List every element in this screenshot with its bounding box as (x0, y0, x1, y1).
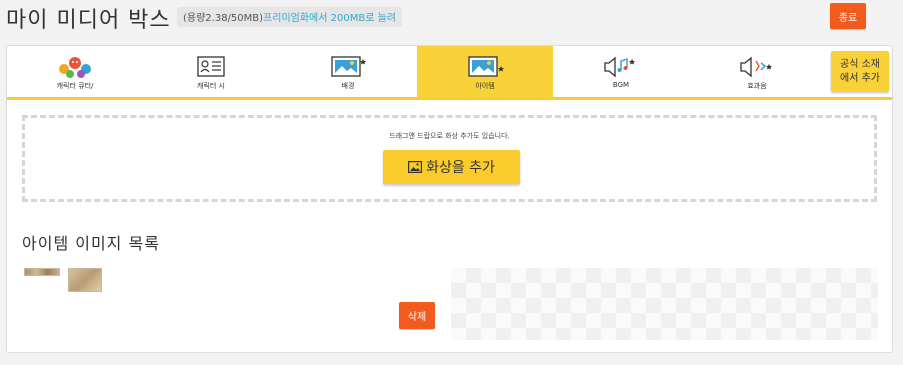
tab-label: 효과음 (747, 82, 767, 90)
tab-label: 캐릭터 큐터/ (56, 82, 94, 90)
tab-character-cuter[interactable]: 캐릭터 큐터/ (7, 46, 143, 98)
characters-icon (59, 57, 91, 78)
add-image-button[interactable]: 화상을 추가 (383, 150, 520, 184)
tab-label: BGM (612, 81, 630, 89)
image-icon (408, 161, 423, 173)
tab-item[interactable]: 아이템 (417, 46, 553, 98)
upgrade-link[interactable]: 프리미엄화에서 200MB로 늘려 (263, 13, 396, 24)
close-button[interactable]: 종료 (830, 3, 866, 29)
image-dropzone[interactable]: 드래그앤 드랍으로 화상 추가도 있습니다. 화상을 추가 (22, 115, 877, 202)
header: 마이 미디어 박스 (용량2.38/50MB)프리미엄화에서 200MB로 늘려… (0, 0, 903, 40)
item-thumbnail[interactable] (68, 268, 102, 292)
character-card-icon (197, 56, 225, 77)
background-image-icon (331, 56, 366, 77)
capacity-text: (용량2.38/50MB) (183, 13, 264, 24)
sound-effect-icon (740, 56, 772, 78)
page-title: 마이 미디어 박스 (6, 8, 171, 33)
media-panel: 캐릭터 큐터/ 캐릭터 시 배경 아이템 BGM 효과음 공식 소재 에서 추가… (6, 45, 893, 353)
tab-label: 배경 (341, 82, 355, 90)
item-image-icon (468, 56, 504, 77)
dropzone-hint: 드래그앤 드랍으로 화상 추가도 있습니다. (389, 132, 510, 140)
tab-bgm[interactable]: BGM (553, 46, 689, 98)
image-preview-area (451, 268, 878, 340)
delete-button[interactable]: 삭제 (399, 302, 435, 329)
tab-sound-effect[interactable]: 효과음 (689, 46, 825, 98)
tab-label: 캐릭터 시 (197, 82, 225, 90)
item-image-list: 아이템 이미지 목록 삭제 (7, 216, 892, 352)
tab-character-card[interactable]: 캐릭터 시 (143, 46, 279, 98)
category-tabs: 캐릭터 큐터/ 캐릭터 시 배경 아이템 BGM 효과음 공식 소재 에서 추가 (7, 46, 892, 100)
list-title: 아이템 이미지 목록 (22, 234, 160, 253)
tab-label: 아이템 (475, 82, 495, 90)
item-thumbnail[interactable] (24, 268, 60, 276)
add-from-official-button[interactable]: 공식 소재 에서 추가 (831, 51, 889, 92)
music-speaker-icon (604, 56, 635, 78)
capacity-badge: (용량2.38/50MB)프리미엄화에서 200MB로 늘려 (177, 7, 402, 27)
add-image-label: 화상을 추가 (426, 160, 495, 176)
tab-background[interactable]: 배경 (280, 46, 416, 98)
